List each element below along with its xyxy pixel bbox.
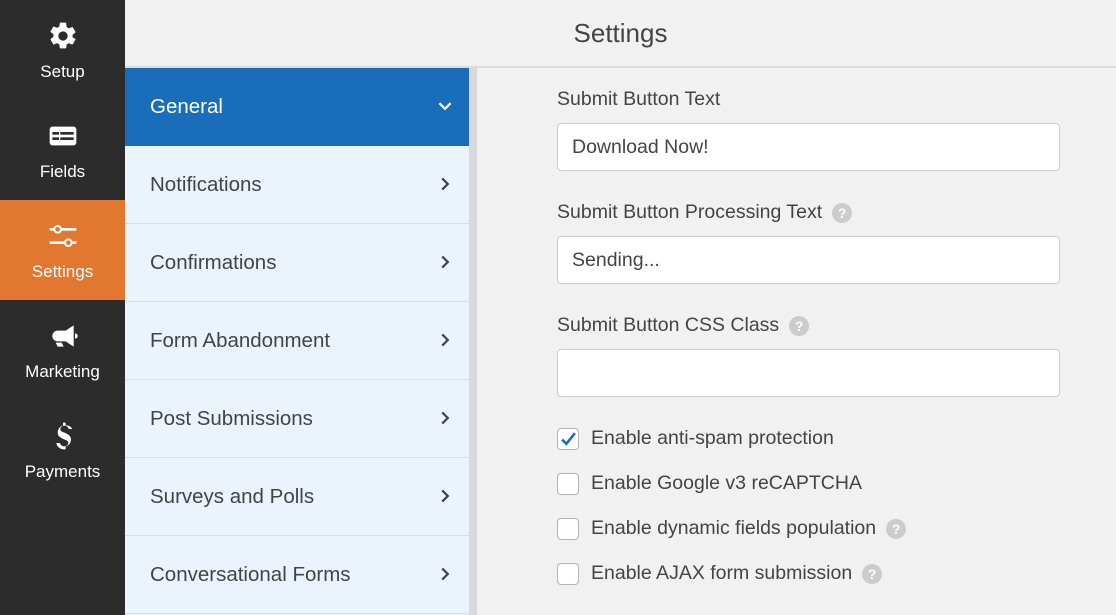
help-icon[interactable]: ? [789, 316, 809, 336]
checkbox-icon [557, 518, 579, 540]
checkbox-icon [557, 563, 579, 585]
checkbox-row-antispam[interactable]: Enable anti-spam protection [557, 427, 1080, 450]
sidebar-item-label: General [150, 95, 223, 119]
nav-setup-label: Setup [40, 62, 84, 82]
nav-settings[interactable]: Settings [0, 200, 125, 300]
main-content: Settings Submit Button Text Submit Butto… [477, 0, 1116, 615]
checkbox-label: Enable Google v3 reCAPTCHA [591, 472, 862, 495]
help-icon[interactable]: ? [886, 519, 906, 539]
sidebar-item-label: Conversational Forms [150, 563, 351, 587]
sidebar-item-post-submissions[interactable]: Post Submissions [125, 380, 477, 458]
submit-processing-text-input[interactable] [557, 236, 1060, 284]
checkbox-label: Enable AJAX form submission [591, 562, 852, 585]
chevron-right-icon [438, 329, 452, 353]
submit-button-text-input[interactable] [557, 123, 1060, 171]
help-icon[interactable]: ? [862, 564, 882, 584]
dollar-icon [45, 418, 81, 454]
chevron-down-icon [438, 95, 452, 119]
checkbox-icon [557, 473, 579, 495]
nav-setup[interactable]: Setup [0, 0, 125, 100]
sidebar-item-label: Notifications [150, 173, 262, 197]
sliders-icon [45, 218, 81, 254]
sidebar-item-form-abandonment[interactable]: Form Abandonment [125, 302, 477, 380]
sidebar-item-general[interactable]: General [125, 68, 477, 146]
chevron-right-icon [438, 485, 452, 509]
topbar: Settings [125, 0, 1116, 68]
checkbox-label: Enable dynamic fields population [591, 517, 876, 540]
chevron-right-icon [438, 173, 452, 197]
submit-css-class-label: Submit Button CSS Class [557, 314, 779, 337]
checkbox-icon [557, 428, 579, 450]
checkbox-row-ajax[interactable]: Enable AJAX form submission ? [557, 562, 1080, 585]
sidebar-item-confirmations[interactable]: Confirmations [125, 224, 477, 302]
bullhorn-icon [45, 318, 81, 354]
sidebar-item-label: Post Submissions [150, 407, 313, 431]
sidebar-item-conversational-forms[interactable]: Conversational Forms [125, 536, 477, 614]
nav-marketing[interactable]: Marketing [0, 300, 125, 400]
chevron-right-icon [438, 563, 452, 587]
help-icon[interactable]: ? [832, 203, 852, 223]
sidebar-item-label: Confirmations [150, 251, 276, 275]
gear-icon [45, 18, 81, 54]
submit-css-class-input[interactable] [557, 349, 1060, 397]
nav-payments[interactable]: Payments [0, 400, 125, 500]
sidebar-item-surveys-polls[interactable]: Surveys and Polls [125, 458, 477, 536]
nav-fields[interactable]: Fields [0, 100, 125, 200]
checkbox-row-recaptcha[interactable]: Enable Google v3 reCAPTCHA [557, 472, 1080, 495]
chevron-right-icon [438, 251, 452, 275]
scrollbar-track[interactable] [469, 68, 477, 615]
submit-button-text-label: Submit Button Text [557, 88, 1080, 111]
settings-sidebar: General Notifications Confirmations Form… [125, 0, 477, 615]
nav-payments-label: Payments [25, 462, 101, 482]
sidebar-item-label: Form Abandonment [150, 329, 330, 353]
nav-fields-label: Fields [40, 162, 85, 182]
page-title: Settings [574, 18, 668, 49]
primary-nav: Setup Fields Settings Marketing Payments [0, 0, 125, 615]
submit-processing-text-label: Submit Button Processing Text [557, 201, 822, 224]
checkbox-label: Enable anti-spam protection [591, 427, 834, 450]
sidebar-item-label: Surveys and Polls [150, 485, 314, 509]
nav-marketing-label: Marketing [25, 362, 100, 382]
list-icon [45, 118, 81, 154]
nav-settings-label: Settings [32, 262, 93, 282]
chevron-right-icon [438, 407, 452, 431]
checkbox-row-dynamic[interactable]: Enable dynamic fields population ? [557, 517, 1080, 540]
sidebar-item-notifications[interactable]: Notifications [125, 146, 477, 224]
